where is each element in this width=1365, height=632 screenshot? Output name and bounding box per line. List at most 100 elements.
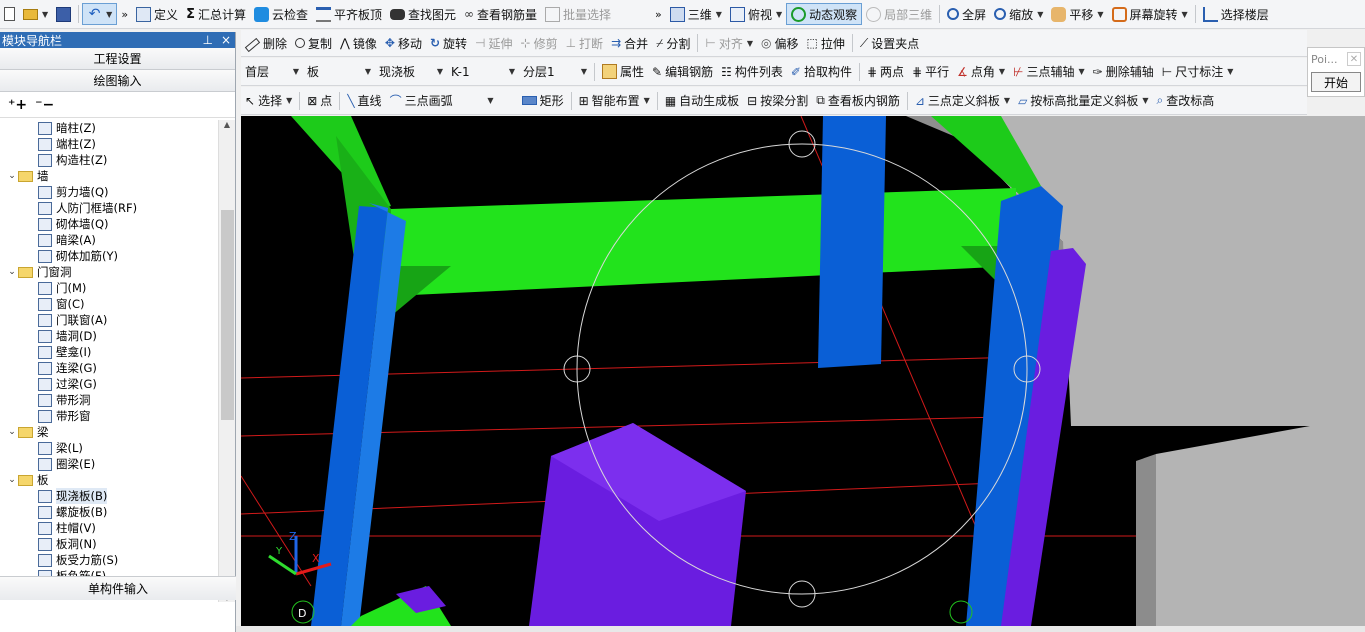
break-button[interactable]: ⊥ 打断 [562, 32, 607, 54]
tree-item[interactable]: 壁龛(I) [0, 344, 218, 360]
delete-button[interactable]: 删除 [241, 32, 291, 54]
save-icon[interactable] [52, 3, 75, 25]
line-button[interactable]: ╲ 直线 [343, 90, 385, 112]
rotate-button[interactable]: ↻ 旋转 [426, 32, 471, 54]
local-3d-button[interactable]: 局部三维 [862, 3, 936, 25]
split-by-beam-button[interactable]: ⊟ 按梁分割 [743, 90, 812, 112]
view-rebar-button[interactable]: ∞ 查看钢筋量 [460, 3, 541, 25]
point-button[interactable]: ⊠ 点 [303, 90, 336, 112]
delete-axis-button[interactable]: ✑ 删除辅轴 [1089, 61, 1158, 83]
three-point-axis-button[interactable]: ⊬ 三点辅轴 ▼ [1009, 61, 1089, 83]
stretch-button[interactable]: ⬚ 拉伸 [802, 32, 848, 54]
tree-folder[interactable]: ⌄ 墙 [0, 168, 218, 184]
open-file-icon[interactable]: ▼ [19, 3, 52, 25]
arc-button[interactable]: ⌒ 三点画弧 ▼ [386, 90, 498, 112]
pan-button[interactable]: 平移 ▼ [1047, 3, 1107, 25]
tree-item[interactable]: 墙洞(D) [0, 328, 218, 344]
collapse-chevron-icon[interactable]: ⌄ [6, 427, 18, 437]
auto-generate-slab-button[interactable]: ▦ 自动生成板 [661, 90, 743, 112]
tree-item[interactable]: 窗(C) [0, 296, 218, 312]
offset-button[interactable]: ◎ 偏移 [757, 32, 803, 54]
batch-select-button[interactable]: 批量选择 [541, 3, 615, 25]
smart-layout-button[interactable]: ⊞ 智能布置 ▼ [575, 90, 654, 112]
tree-item[interactable]: 门(M) [0, 280, 218, 296]
select-floor-button[interactable]: 选择楼层 [1199, 3, 1273, 25]
move-button[interactable]: ✥ 移动 [381, 32, 426, 54]
view-3d-button[interactable]: 三维 ▼ [666, 3, 726, 25]
tree-item[interactable]: 梁(L) [0, 440, 218, 456]
trim-button[interactable]: ⊹ 修剪 [517, 32, 562, 54]
point-angle-button[interactable]: ∡ 点角 ▼ [953, 61, 1009, 83]
tree-item[interactable]: 连梁(G) [0, 360, 218, 376]
select-button[interactable]: ↖ 选择 ▼ [241, 90, 296, 112]
project-settings-button[interactable]: 工程设置 [0, 48, 235, 70]
tree-item[interactable]: 圈梁(E) [0, 456, 218, 472]
tree-item[interactable]: 板洞(N) [0, 536, 218, 552]
tree-item[interactable]: 螺旋板(B) [0, 504, 218, 520]
floor-select[interactable]: 首层 ▼ [241, 62, 303, 82]
tree-item[interactable]: 门联窗(A) [0, 312, 218, 328]
tree-item[interactable]: 带形窗 [0, 408, 218, 424]
dynamic-observe-button[interactable]: 动态观察 [786, 3, 863, 25]
tree-item[interactable]: 暗柱(Z) [0, 120, 218, 136]
merge-button[interactable]: ⇉ 合并 [607, 32, 652, 54]
summary-button[interactable]: Σ 汇总计算 [182, 3, 250, 25]
collapse-chevron-icon[interactable]: ⌄ [6, 267, 18, 277]
zoom-button[interactable]: 缩放 ▼ [990, 3, 1047, 25]
layer-select[interactable]: 分层1 ▼ [519, 62, 591, 82]
define-button[interactable]: 定义 [132, 3, 182, 25]
tree-folder[interactable]: ⌄ 门窗洞 [0, 264, 218, 280]
undo-button[interactable]: ↶ ▼ [82, 3, 118, 25]
screen-rotate-button[interactable]: 屏幕旋转 ▼ [1108, 3, 1192, 25]
collapse-chevron-icon[interactable]: ⌄ [6, 475, 18, 485]
tree-item[interactable]: 暗梁(A) [0, 232, 218, 248]
start-button[interactable]: 开始 [1311, 72, 1361, 92]
3d-viewport[interactable]: Z X Y D [241, 116, 1365, 626]
find-element-button[interactable]: 查找图元 [386, 3, 460, 25]
popup-close-icon[interactable]: ✕ [1347, 52, 1361, 66]
component-list-button[interactable]: ☷ 构件列表 [717, 61, 787, 83]
drawing-input-button[interactable]: 绘图输入 [0, 70, 235, 92]
tree-folder[interactable]: ⌄ 板 [0, 472, 218, 488]
pick-component-button[interactable]: ✐ 拾取构件 [787, 61, 856, 83]
tree-item[interactable]: 砌体墙(Q) [0, 216, 218, 232]
rectangle-button[interactable]: 矩形 [518, 90, 568, 112]
collapse-all-icon[interactable]: ⁻− [35, 97, 54, 113]
cloud-check-button[interactable]: 云检查 [250, 3, 312, 25]
align-button[interactable]: ⊢ 对齐 ▼ [701, 32, 757, 54]
split-button[interactable]: ⌿ 分割 [652, 32, 694, 54]
tree-item[interactable]: 剪力墙(Q) [0, 184, 218, 200]
tree-folder[interactable]: ⌄ 梁 [0, 424, 218, 440]
pin-icon[interactable]: ⊥ [202, 33, 212, 47]
component-name-select[interactable]: K-1 ▼ [447, 62, 519, 82]
dimension-button[interactable]: ⊢ 尺寸标注 ▼ [1158, 61, 1238, 83]
check-elevation-button[interactable]: ⌕ 查改标高 [1152, 90, 1218, 112]
extend-button[interactable]: ⊣ 延伸 [471, 32, 516, 54]
three-point-slope-button[interactable]: ⊿ 三点定义斜板 ▼ [911, 90, 1014, 112]
tree-item[interactable]: 板受力筋(S) [0, 552, 218, 568]
tree-item[interactable]: 带形洞 [0, 392, 218, 408]
single-component-input-button[interactable]: 单构件输入 [0, 576, 236, 600]
view-slab-rebar-button[interactable]: ⧉ 查看板内钢筋 [812, 90, 904, 112]
3d-scene[interactable]: Z X Y D [241, 116, 1365, 626]
tree-item[interactable]: 构造柱(Z) [0, 152, 218, 168]
more-icon[interactable]: » [651, 3, 666, 25]
tree-item[interactable]: 人防门框墙(RF) [0, 200, 218, 216]
tree-item[interactable]: 柱帽(V) [0, 520, 218, 536]
tree-item[interactable]: 砌体加筋(Y) [0, 248, 218, 264]
tree-scrollbar[interactable]: ▲ ▼ [218, 120, 235, 602]
scroll-up-icon[interactable]: ▲ [219, 120, 235, 129]
category-select[interactable]: 板 ▼ [303, 62, 375, 82]
align-slab-top-button[interactable]: 平齐板顶 [312, 3, 386, 25]
type-select[interactable]: 现浇板 ▼ [375, 62, 447, 82]
tree-item[interactable]: 现浇板(B) [0, 488, 218, 504]
batch-slope-button[interactable]: ▱ 按标高批量定义斜板 ▼ [1014, 90, 1152, 112]
close-icon[interactable]: × [221, 33, 231, 47]
new-file-icon[interactable] [0, 3, 19, 25]
mirror-button[interactable]: ⋀ 镜像 [336, 32, 381, 54]
tree-item[interactable]: 端柱(Z) [0, 136, 218, 152]
more-icon[interactable]: » [117, 3, 132, 25]
fullscreen-button[interactable]: 全屏 [943, 3, 990, 25]
collapse-chevron-icon[interactable]: ⌄ [6, 171, 18, 181]
parallel-button[interactable]: ⋕ 平行 [908, 61, 953, 83]
